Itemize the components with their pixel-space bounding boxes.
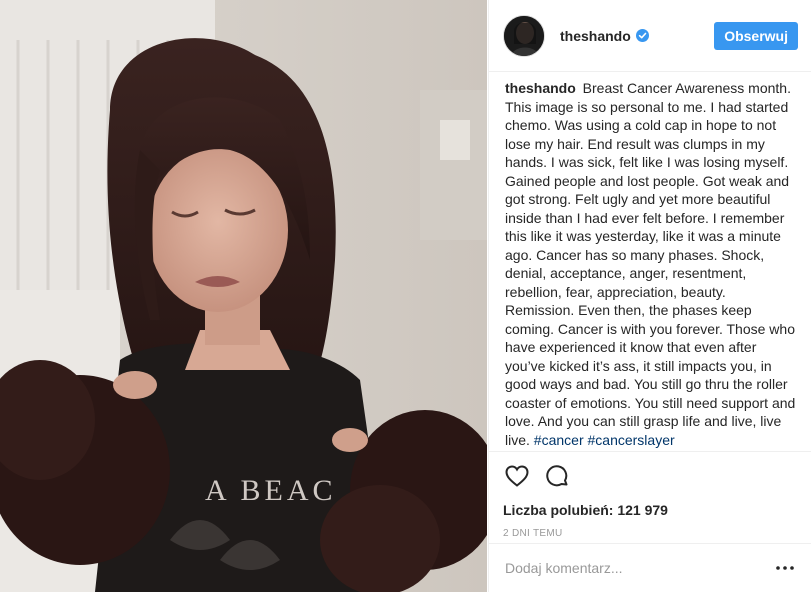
more-options-icon[interactable] — [775, 558, 795, 578]
caption-username-link[interactable]: theshando — [505, 80, 576, 96]
verified-badge-icon — [635, 29, 649, 42]
post-photo[interactable]: A BEAC — [0, 0, 487, 592]
likes-count[interactable]: Liczba polubień: 121 979 — [503, 502, 795, 518]
hashtag-link[interactable]: #cancer — [534, 432, 584, 448]
hashtag-link[interactable]: #cancerslayer — [588, 432, 675, 448]
post-image: A BEAC — [0, 0, 487, 592]
comment-form — [489, 543, 811, 592]
comment-bubble-icon[interactable] — [544, 462, 572, 490]
post-timestamp[interactable]: 2 DNI TEMU — [503, 528, 795, 539]
heart-icon[interactable] — [503, 462, 531, 490]
username-link[interactable]: theshando — [560, 28, 631, 44]
post-details-panel: theshando Obserwuj theshando Breast Canc… — [488, 0, 811, 592]
post-caption: theshando Breast Cancer Awareness month.… — [489, 79, 811, 463]
action-icons — [503, 460, 795, 492]
post-actions: Liczba polubień: 121 979 2 DNI TEMU — [489, 451, 811, 539]
comment-input[interactable] — [505, 560, 775, 576]
caption-text: Breast Cancer Awareness month. This imag… — [505, 80, 796, 448]
post-header: theshando Obserwuj — [489, 0, 811, 72]
follow-button[interactable]: Obserwuj — [714, 22, 798, 50]
avatar[interactable] — [503, 14, 545, 57]
shirt-text: A BEAC — [205, 474, 337, 507]
